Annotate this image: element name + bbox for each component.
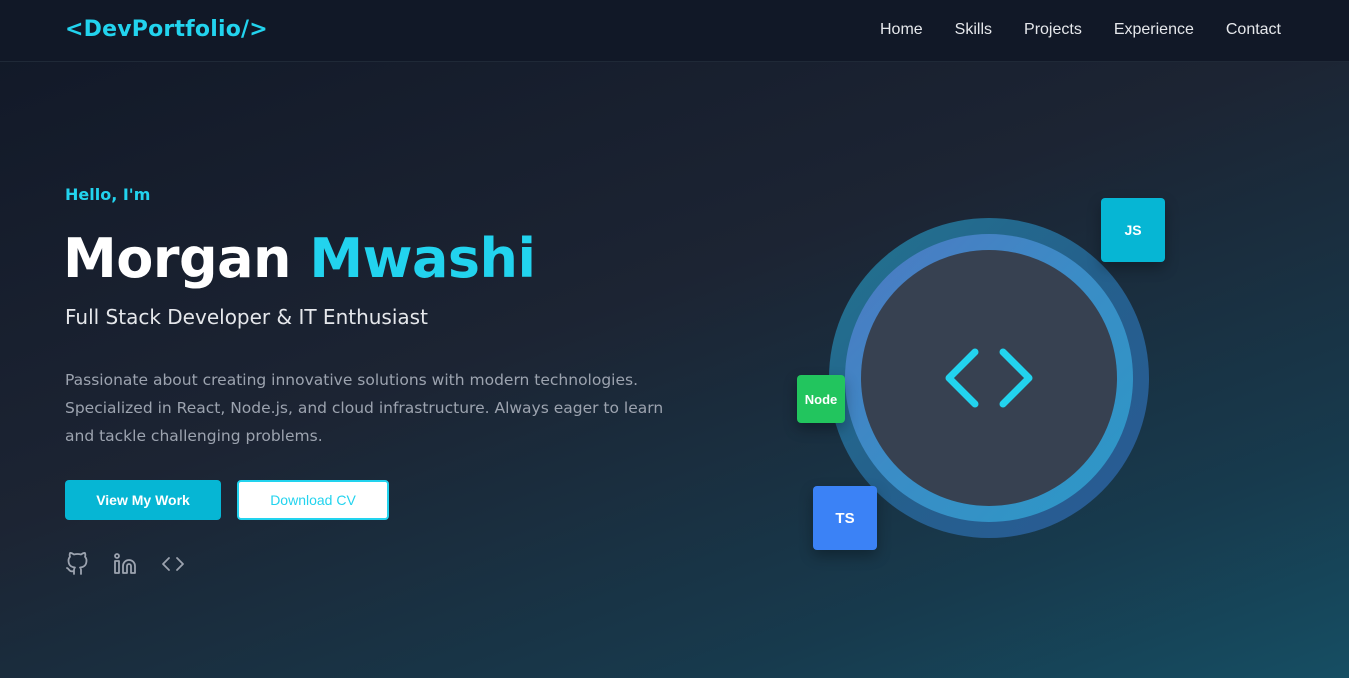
nav-link-experience[interactable]: Experience: [1114, 21, 1194, 39]
ts-badge: TS: [813, 486, 877, 550]
node-badge: Node: [797, 375, 845, 423]
nav-link-home[interactable]: Home: [880, 21, 923, 39]
navbar: <DevPortfolio/> Home Skills Projects Exp…: [0, 0, 1349, 62]
hero-role: Full Stack Developer & IT Enthusiast: [65, 305, 428, 329]
hero-first-name: Morgan: [63, 227, 292, 290]
download-cv-button[interactable]: Download CV: [237, 480, 389, 520]
hero-name: Morgan Mwashi: [63, 224, 536, 294]
social-links: [65, 552, 185, 576]
github-icon[interactable]: [65, 552, 89, 576]
hero-greeting: Hello, I'm: [65, 185, 151, 204]
code-brackets-icon: [945, 348, 1033, 408]
nav-link-projects[interactable]: Projects: [1024, 21, 1082, 39]
nav-link-contact[interactable]: Contact: [1226, 21, 1281, 39]
linkedin-icon[interactable]: [113, 552, 137, 576]
nav-links: Home Skills Projects Experience Contact: [880, 21, 1281, 39]
code-icon[interactable]: [161, 552, 185, 576]
nav-link-skills[interactable]: Skills: [955, 21, 992, 39]
site-logo[interactable]: <DevPortfolio/>: [65, 17, 268, 42]
js-badge: JS: [1101, 198, 1165, 262]
hero-description: Passionate about creating innovative sol…: [65, 371, 664, 445]
hero-last-name: Mwashi: [309, 227, 536, 290]
view-my-work-button[interactable]: View My Work: [65, 480, 221, 520]
